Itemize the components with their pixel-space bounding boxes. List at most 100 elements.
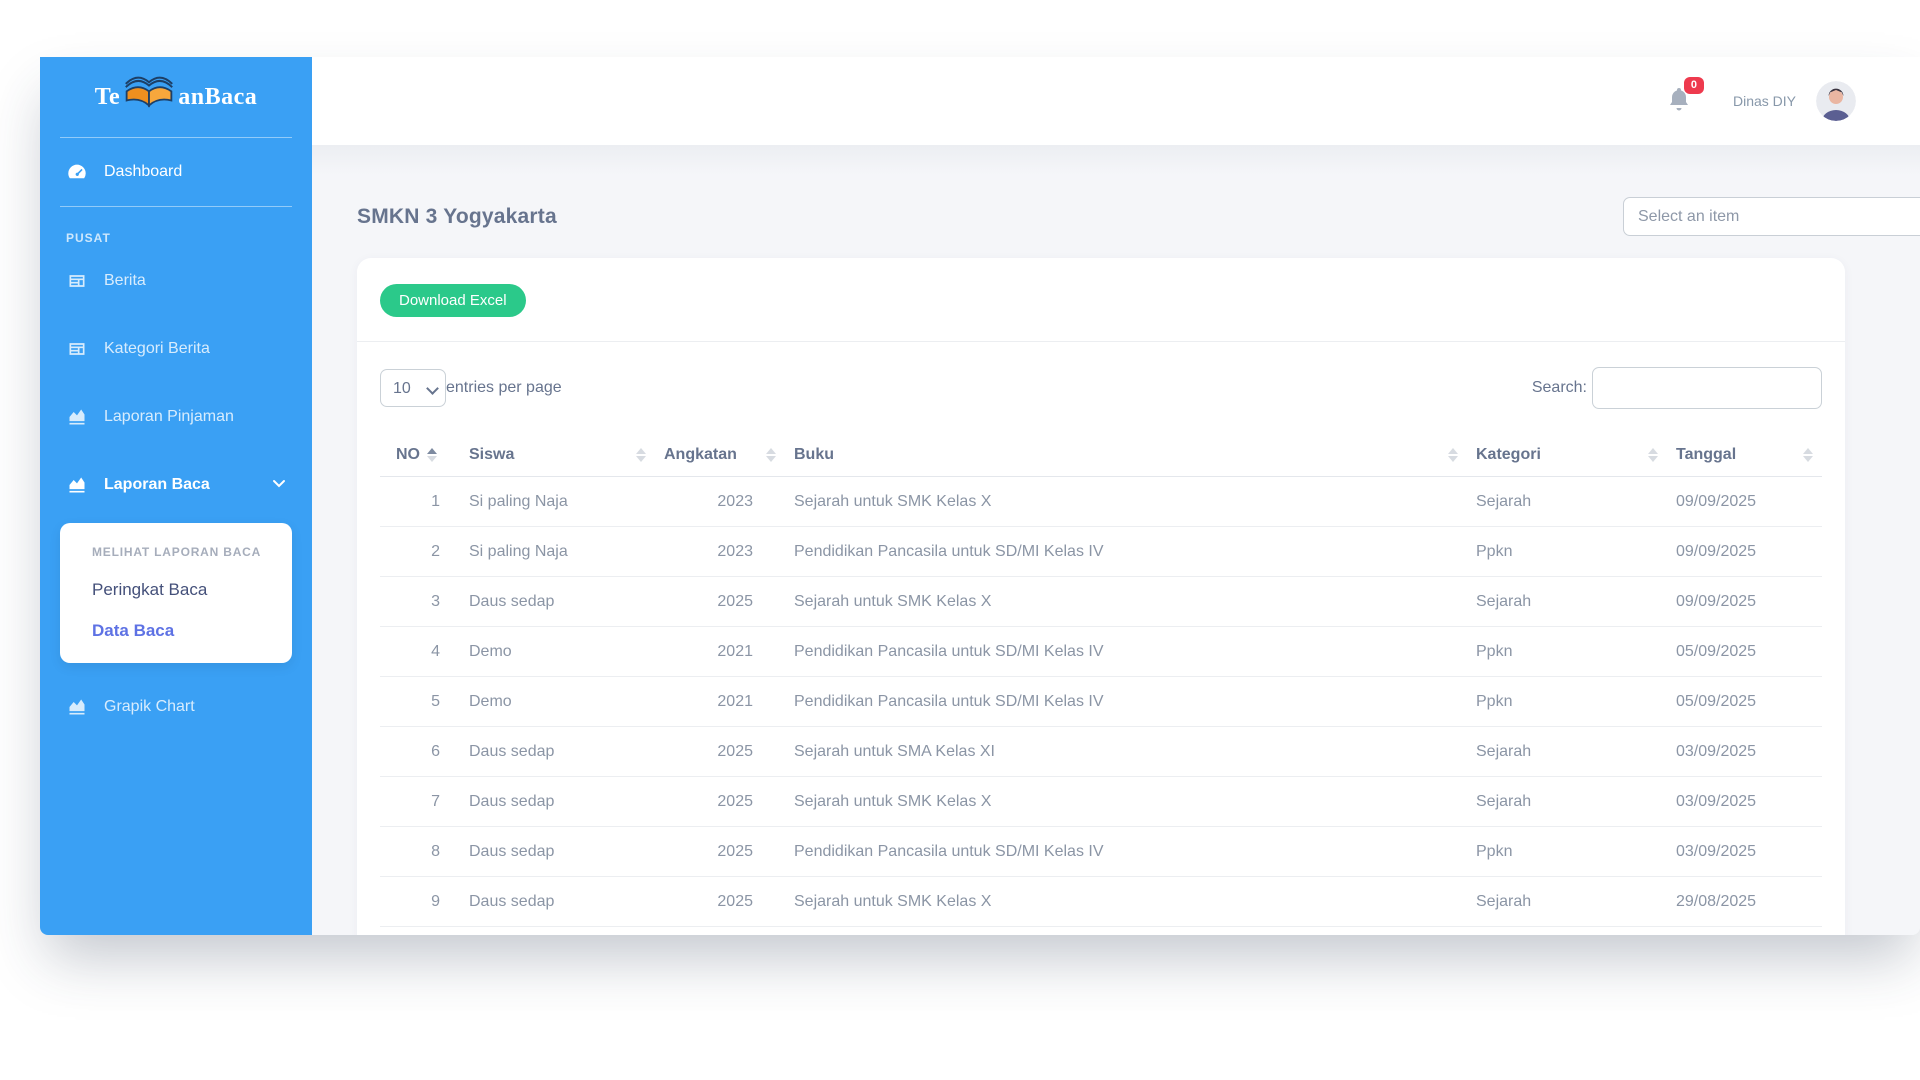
logo-text-suffix: anBaca xyxy=(178,84,257,111)
table-cell-angkatan: 2023 xyxy=(655,477,785,527)
table-cell-kategori: Sejarah xyxy=(1467,777,1667,827)
area-chart-icon xyxy=(66,475,88,495)
user-avatar[interactable] xyxy=(1816,81,1856,121)
column-header-tanggal[interactable]: Tanggal xyxy=(1667,436,1822,477)
submenu-header: MELIHAT LAPORAN BACA xyxy=(92,545,276,559)
search-label: Search: xyxy=(1532,379,1587,397)
sidebar-section-label: PUSAT xyxy=(40,207,312,247)
data-baca-card: Download Excel 10 entries per page xyxy=(357,258,1845,935)
table-cell-no: 5 xyxy=(380,677,460,727)
table-body: 1Si paling Naja2023Sejarah untuk SMK Kel… xyxy=(380,477,1822,927)
table-cell-angkatan: 2025 xyxy=(655,827,785,877)
table-cell-buku: Pendidikan Pancasila untuk SD/MI Kelas I… xyxy=(785,627,1467,677)
table-cell-kategori: Ppkn xyxy=(1467,527,1667,577)
newspaper-icon xyxy=(66,339,88,359)
column-label: Angkatan xyxy=(664,446,737,464)
topbar: 0 Dinas DIY xyxy=(312,57,1920,145)
table-header-row: NO Siswa Angkatan xyxy=(380,436,1822,477)
notification-count-badge: 0 xyxy=(1684,77,1704,94)
table-row: 5Demo2021Pendidikan Pancasila untuk SD/M… xyxy=(380,677,1822,727)
sidebar-item-label: Kategori Berita xyxy=(104,340,210,358)
table-row: 6Daus sedap2025Sejarah untuk SMA Kelas X… xyxy=(380,727,1822,777)
sidebar-item-label: Laporan Pinjaman xyxy=(104,408,234,426)
column-header-kategori[interactable]: Kategori xyxy=(1467,436,1667,477)
table-cell-siswa: Daus sedap xyxy=(460,727,655,777)
area-chart-icon xyxy=(66,697,88,717)
content-area: SMKN 3 Yogyakarta Select an item Downloa… xyxy=(312,145,1920,935)
table-cell-kategori: Ppkn xyxy=(1467,627,1667,677)
school-select-placeholder: Select an item xyxy=(1638,208,1739,226)
table-row: 8Daus sedap2025Pendidikan Pancasila untu… xyxy=(380,827,1822,877)
table-cell-no: 6 xyxy=(380,727,460,777)
sort-icon xyxy=(1803,448,1813,462)
table-cell-angkatan: 2021 xyxy=(655,627,785,677)
table-cell-buku: Pendidikan Pancasila untuk SD/MI Kelas I… xyxy=(785,677,1467,727)
table-cell-tanggal: 03/09/2025 xyxy=(1667,777,1822,827)
sort-icon xyxy=(766,448,776,462)
column-header-no[interactable]: NO xyxy=(380,436,460,477)
table-row: 4Demo2021Pendidikan Pancasila untuk SD/M… xyxy=(380,627,1822,677)
table-cell-buku: Pendidikan Pancasila untuk SD/MI Kelas I… xyxy=(785,827,1467,877)
table-cell-kategori: Sejarah xyxy=(1467,877,1667,927)
gauge-icon xyxy=(66,161,88,183)
search-input[interactable] xyxy=(1592,367,1822,409)
table-cell-no: 9 xyxy=(380,877,460,927)
notification-bell-icon[interactable]: 0 xyxy=(1667,86,1691,117)
table-cell-kategori: Ppkn xyxy=(1467,677,1667,727)
table-row: 9Daus sedap2025Sejarah untuk SMK Kelas X… xyxy=(380,877,1822,927)
table-cell-angkatan: 2025 xyxy=(655,577,785,627)
open-book-logo-icon xyxy=(120,74,178,112)
table-cell-buku: Sejarah untuk SMK Kelas X xyxy=(785,777,1467,827)
download-excel-button[interactable]: Download Excel xyxy=(380,284,526,317)
table-cell-angkatan: 2025 xyxy=(655,777,785,827)
sidebar-item-label: Laporan Baca xyxy=(104,476,210,494)
submenu-item-data-baca[interactable]: Data Baca xyxy=(92,621,276,641)
table-cell-tanggal: 09/09/2025 xyxy=(1667,477,1822,527)
sidebar-item-berita[interactable]: Berita xyxy=(40,247,312,315)
table-cell-no: 2 xyxy=(380,527,460,577)
table-row: 1Si paling Naja2023Sejarah untuk SMK Kel… xyxy=(380,477,1822,527)
main-area: 0 Dinas DIY SMKN 3 Yogyakarta xyxy=(312,57,1920,935)
sidebar-item-laporan-pinjaman[interactable]: Laporan Pinjaman xyxy=(40,383,312,451)
card-body: 10 entries per page Search: xyxy=(357,342,1845,927)
table-cell-no: 1 xyxy=(380,477,460,527)
column-label: Kategori xyxy=(1476,446,1541,464)
column-label: NO xyxy=(396,446,420,464)
entries-per-page-label: entries per page xyxy=(446,379,562,397)
table-cell-angkatan: 2021 xyxy=(655,677,785,727)
data-baca-table: NO Siswa Angkatan xyxy=(380,436,1822,927)
table-cell-angkatan: 2023 xyxy=(655,527,785,577)
table-cell-tanggal: 03/09/2025 xyxy=(1667,827,1822,877)
table-cell-kategori: Ppkn xyxy=(1467,827,1667,877)
submenu-item-peringkat-baca[interactable]: Peringkat Baca xyxy=(92,580,276,600)
table-cell-no: 7 xyxy=(380,777,460,827)
entries-per-page-select[interactable]: 10 xyxy=(380,369,446,407)
table-cell-buku: Sejarah untuk SMK Kelas X xyxy=(785,877,1467,927)
app-window: Te anBaca Dashboard PUSAT B xyxy=(40,57,1920,935)
sort-icon xyxy=(1448,448,1458,462)
sidebar-item-laporan-baca[interactable]: Laporan Baca xyxy=(40,451,312,519)
sidebar-item-label: Dashboard xyxy=(104,163,182,181)
sidebar-item-label: Grapik Chart xyxy=(104,698,195,716)
app-logo[interactable]: Te anBaca xyxy=(40,57,312,137)
column-header-buku[interactable]: Buku xyxy=(785,436,1467,477)
table-cell-buku: Sejarah untuk SMK Kelas X xyxy=(785,577,1467,627)
table-cell-buku: Sejarah untuk SMK Kelas X xyxy=(785,477,1467,527)
table-cell-siswa: Si paling Naja xyxy=(460,477,655,527)
sidebar-item-grapik-chart[interactable]: Grapik Chart xyxy=(40,673,312,741)
sort-icon xyxy=(427,448,437,462)
page-title: SMKN 3 Yogyakarta xyxy=(357,205,557,229)
sidebar-item-kategori-berita[interactable]: Kategori Berita xyxy=(40,315,312,383)
table-cell-angkatan: 2025 xyxy=(655,727,785,777)
table-cell-tanggal: 05/09/2025 xyxy=(1667,627,1822,677)
column-label: Siswa xyxy=(469,446,514,464)
table-cell-tanggal: 09/09/2025 xyxy=(1667,527,1822,577)
chevron-down-icon xyxy=(272,476,286,495)
column-header-angkatan[interactable]: Angkatan xyxy=(655,436,785,477)
sidebar-item-dashboard[interactable]: Dashboard xyxy=(40,138,312,206)
table-cell-tanggal: 09/09/2025 xyxy=(1667,577,1822,627)
table-row: 7Daus sedap2025Sejarah untuk SMK Kelas X… xyxy=(380,777,1822,827)
school-select[interactable]: Select an item xyxy=(1623,197,1920,236)
column-header-siswa[interactable]: Siswa xyxy=(460,436,655,477)
table-cell-siswa: Demo xyxy=(460,677,655,727)
